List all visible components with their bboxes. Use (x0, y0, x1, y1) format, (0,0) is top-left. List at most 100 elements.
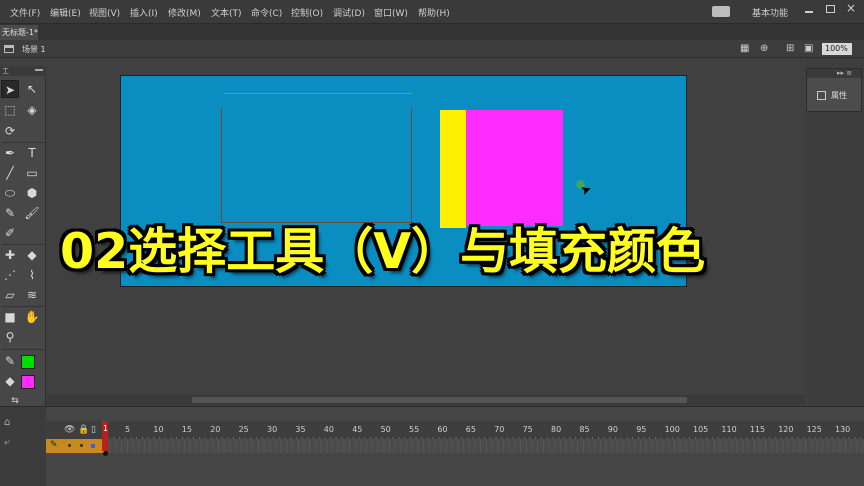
properties-panel-header[interactable]: ▸▸ ≡ (807, 69, 861, 78)
brush-tool-icon[interactable]: 🖌 (23, 204, 41, 222)
text-tool-icon[interactable]: T (23, 144, 41, 162)
frame-number: 80 (551, 425, 562, 434)
scene-icon (4, 45, 14, 53)
lock-dot[interactable] (80, 444, 83, 447)
edit-scene-icon[interactable]: ⊞ (786, 43, 794, 54)
eraser-tool-icon[interactable]: ▱ (1, 286, 19, 304)
bone-tool-icon[interactable]: ✚ (1, 246, 19, 264)
paint-bucket-tool-icon[interactable]: ◆ (23, 246, 41, 264)
maximize-icon[interactable] (826, 5, 835, 13)
guide-line (224, 93, 412, 94)
document-tab-title: 无标题-1* (2, 28, 38, 37)
horizontal-scrollbar[interactable] (47, 395, 805, 405)
frame-number: 10 (153, 425, 164, 434)
hand-tool-icon[interactable]: ✋ (23, 308, 41, 326)
frame-number: 35 (295, 425, 306, 434)
properties-icon (817, 91, 826, 100)
panel-menu-icon[interactable] (35, 69, 43, 71)
playhead-frame-label: 1 (103, 424, 109, 433)
menu-view[interactable]: 视图(V) (89, 6, 120, 19)
keyframe[interactable] (103, 451, 108, 456)
menu-window[interactable]: 窗口(W) (374, 6, 408, 19)
lock-layers-icon[interactable]: 🔒 (78, 425, 89, 435)
lock-icon[interactable]: ⌂ (4, 417, 10, 428)
pencil-icon: ✎ (50, 440, 58, 450)
menu-commands[interactable]: 命令(C) (251, 6, 282, 19)
minimize-icon[interactable] (805, 11, 813, 13)
expand-panels-icon[interactable]: ▸▸ ≡ (837, 69, 852, 77)
zoom-select[interactable]: 100% (822, 43, 852, 55)
align-stage-icon[interactable]: ▦ (740, 43, 749, 54)
frame-number: 85 (579, 425, 590, 434)
frame-number: 110 (721, 425, 737, 434)
stroke-color-swatch[interactable] (21, 355, 35, 369)
scrollbar-thumb[interactable] (192, 397, 687, 403)
close-window-icon[interactable]: × (846, 1, 856, 15)
frame-number: 50 (380, 425, 391, 434)
oval-tool-icon[interactable]: ⬭ (1, 184, 19, 202)
tools-divider (2, 244, 44, 245)
pen-tool-icon[interactable]: ✒ (1, 144, 19, 162)
3d-rotation-tool-icon[interactable]: ◈ (23, 101, 41, 119)
frame-number: 120 (778, 425, 794, 434)
grid-icon[interactable]: ▣ (804, 43, 813, 54)
visibility-dot[interactable] (68, 444, 71, 447)
tools-divider (2, 142, 44, 143)
subselection-tool-icon[interactable]: ↖ (23, 80, 41, 98)
menu-insert[interactable]: 插入(I) (130, 6, 158, 19)
document-tab[interactable]: 无标题-1*× (0, 25, 38, 40)
frame-number: 90 (607, 425, 618, 434)
video-title-overlay: 02选择工具（V）与填充颜色 (60, 223, 706, 280)
menu-modify[interactable]: 修改(M) (168, 6, 201, 19)
menu-debug[interactable]: 调试(D) (333, 6, 365, 19)
pencil-tool-icon[interactable]: ✎ (1, 204, 19, 222)
menu-help[interactable]: 帮助(H) (418, 6, 450, 19)
layer-tool-icon[interactable]: ⤶ (4, 437, 10, 448)
rectangle-stroke-right[interactable] (411, 108, 412, 222)
fill-color-icon[interactable]: ◆ (1, 372, 19, 390)
ink-bottle-tool-icon[interactable]: ⌇ (23, 266, 41, 284)
frame-number: 130 (835, 425, 851, 434)
eyedropper-tool-icon[interactable]: ⋰ (1, 266, 19, 284)
menu-text[interactable]: 文本(T) (211, 6, 242, 19)
polystar-tool-icon[interactable]: ⬢ (23, 184, 41, 202)
menu-file[interactable]: 文件(F) (10, 6, 40, 19)
layer-row[interactable]: ✎ (46, 439, 104, 453)
magenta-fill-shape[interactable] (466, 110, 563, 226)
width-tool-icon[interactable]: ≋ (23, 286, 41, 304)
selection-tool-icon[interactable]: ➤ (1, 80, 19, 98)
fill-color-swatch[interactable] (21, 375, 35, 389)
deco-tool-icon[interactable]: ✐ (1, 224, 19, 242)
stroke-color-icon[interactable]: ✎ (1, 352, 19, 370)
workspace-dropdown[interactable]: 基本功能 (752, 6, 788, 19)
zoom-tool-icon[interactable]: ⚲ (1, 328, 19, 346)
frame-number: 115 (749, 425, 766, 434)
workspace-switch-icon[interactable] (712, 6, 730, 17)
frame-number: 105 (693, 425, 709, 434)
menu-bar: 文件(F) 编辑(E) 视图(V) 插入(I) 修改(M) 文本(T) 命令(C… (0, 0, 864, 24)
rectangle-tool-icon[interactable]: ▭ (23, 164, 41, 182)
frame-number: 55 (409, 425, 420, 434)
scene-label[interactable]: 场景 1 (22, 44, 46, 55)
frames-row[interactable] (104, 439, 864, 453)
outline-layers-icon[interactable]: ▯ (91, 425, 96, 435)
tools-panel-header[interactable]: 工 (0, 66, 46, 76)
menu-edit[interactable]: 编辑(E) (50, 6, 81, 19)
frame-number: 125 (806, 425, 822, 434)
free-transform-tool-icon[interactable]: ⬚ (1, 101, 19, 119)
show-hide-layers-icon[interactable]: 👁 (64, 425, 75, 435)
frame-number: 40 (323, 425, 334, 434)
right-panel-dock: ▸▸ ≡ 属性 (806, 58, 864, 406)
properties-panel-collapsed[interactable]: ▸▸ ≡ 属性 (806, 68, 862, 112)
frame-number: 70 (494, 425, 505, 434)
camera-tool-icon[interactable]: ■ (1, 308, 19, 326)
rectangle-stroke-left[interactable] (221, 108, 222, 222)
document-tab-bar: 无标题-1*× (0, 24, 864, 40)
line-tool-icon[interactable]: ╱ (1, 164, 19, 182)
layer-outline-swatch[interactable] (91, 444, 95, 448)
lasso-tool-icon[interactable]: ⟳ (1, 122, 19, 140)
yellow-fill-shape[interactable] (440, 110, 466, 228)
edit-symbols-icon[interactable]: ⊕ (760, 43, 768, 54)
frame-number: 100 (664, 425, 680, 434)
menu-control[interactable]: 控制(O) (291, 6, 323, 19)
